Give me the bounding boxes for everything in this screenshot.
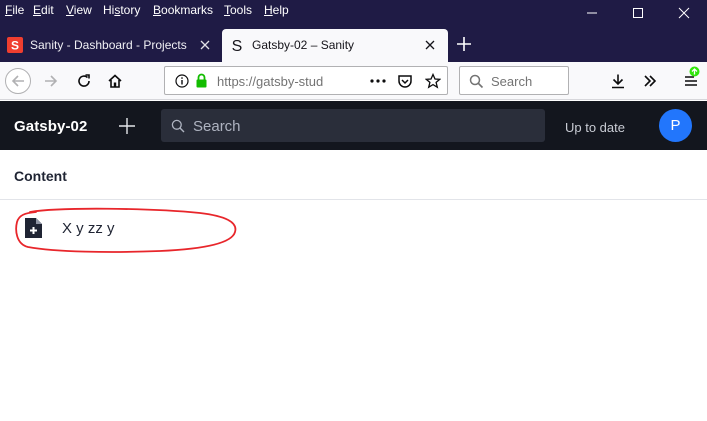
minimize-button[interactable]	[569, 0, 615, 25]
new-tab-icon[interactable]	[452, 32, 476, 56]
app-menu-button[interactable]	[678, 66, 704, 94]
document-list-item[interactable]: X y zz y	[18, 210, 230, 248]
menu-history[interactable]: History	[103, 2, 140, 20]
studio-search-placeholder: Search	[193, 118, 241, 135]
update-badge-icon	[689, 66, 700, 77]
menu-help[interactable]: Help	[264, 2, 289, 20]
close-tab-icon[interactable]	[424, 39, 436, 51]
search-icon	[469, 74, 484, 89]
forward-button[interactable]	[38, 68, 64, 94]
reload-icon	[78, 74, 90, 87]
tab-sanity-dashboard[interactable]: S Sanity - Dashboard - Projects	[0, 29, 221, 62]
menu-view[interactable]: View	[66, 2, 92, 20]
sanity-s-favicon: S	[232, 38, 243, 53]
url-text[interactable]: https://gatsby-stud	[217, 74, 335, 89]
navigation-toolbar: https://gatsby-stud Search	[0, 62, 707, 100]
pane-divider	[0, 199, 707, 200]
document-title: X y zz y	[62, 220, 115, 237]
forward-arrow-icon	[45, 75, 58, 87]
tab-strip: S Sanity - Dashboard - Projects S Gatsby…	[0, 25, 707, 62]
url-bar[interactable]: https://gatsby-stud	[164, 66, 448, 95]
tab-gatsby-02[interactable]: S Gatsby-02 – Sanity	[222, 29, 448, 62]
back-arrow-icon	[11, 75, 24, 87]
maximize-icon	[633, 7, 643, 18]
tab-title: Sanity - Dashboard - Projects	[30, 38, 187, 52]
minimize-icon	[587, 12, 597, 13]
menu-tools[interactable]: Tools	[224, 2, 252, 20]
menu-edit[interactable]: Edit	[33, 2, 54, 20]
close-icon	[678, 7, 690, 18]
project-name[interactable]: Gatsby-02	[14, 118, 87, 135]
sync-status: Up to date	[565, 120, 625, 135]
pocket-icon[interactable]	[397, 73, 413, 89]
studio-navbar: Gatsby-02 Search Up to date	[0, 101, 707, 150]
create-new-document-icon[interactable]	[116, 115, 138, 137]
sanity-favicon: S	[7, 37, 23, 53]
studio-search-input[interactable]: Search	[161, 109, 545, 142]
user-avatar[interactable]: P	[659, 109, 692, 142]
download-icon	[612, 74, 624, 89]
lock-icon[interactable]	[195, 73, 208, 88]
bookmark-star-icon[interactable]	[425, 73, 441, 89]
pane-title: Content	[14, 168, 67, 184]
close-tab-icon[interactable]	[199, 39, 211, 51]
menu-bar: File Edit View History Bookmarks Tools H…	[0, 0, 707, 25]
svg-text:S: S	[232, 38, 243, 53]
maximize-button[interactable]	[615, 0, 661, 25]
document-add-icon	[25, 218, 42, 238]
home-button[interactable]	[102, 68, 128, 94]
overflow-button[interactable]	[637, 68, 663, 94]
home-icon	[108, 74, 122, 88]
info-icon[interactable]	[175, 74, 189, 88]
search-bar[interactable]: Search	[459, 66, 569, 95]
search-icon	[171, 119, 185, 133]
tab-title: Gatsby-02 – Sanity	[252, 38, 355, 52]
svg-text:S: S	[11, 39, 19, 53]
back-button[interactable]	[5, 68, 31, 94]
reload-button[interactable]	[71, 68, 97, 94]
downloads-button[interactable]	[605, 68, 631, 94]
double-chevron-icon	[644, 75, 657, 87]
page-actions-icon[interactable]	[370, 79, 386, 83]
search-placeholder: Search	[491, 74, 533, 89]
menu-bookmarks[interactable]: Bookmarks	[153, 2, 213, 20]
menu-file[interactable]: File	[5, 2, 24, 20]
close-window-button[interactable]	[661, 0, 707, 25]
